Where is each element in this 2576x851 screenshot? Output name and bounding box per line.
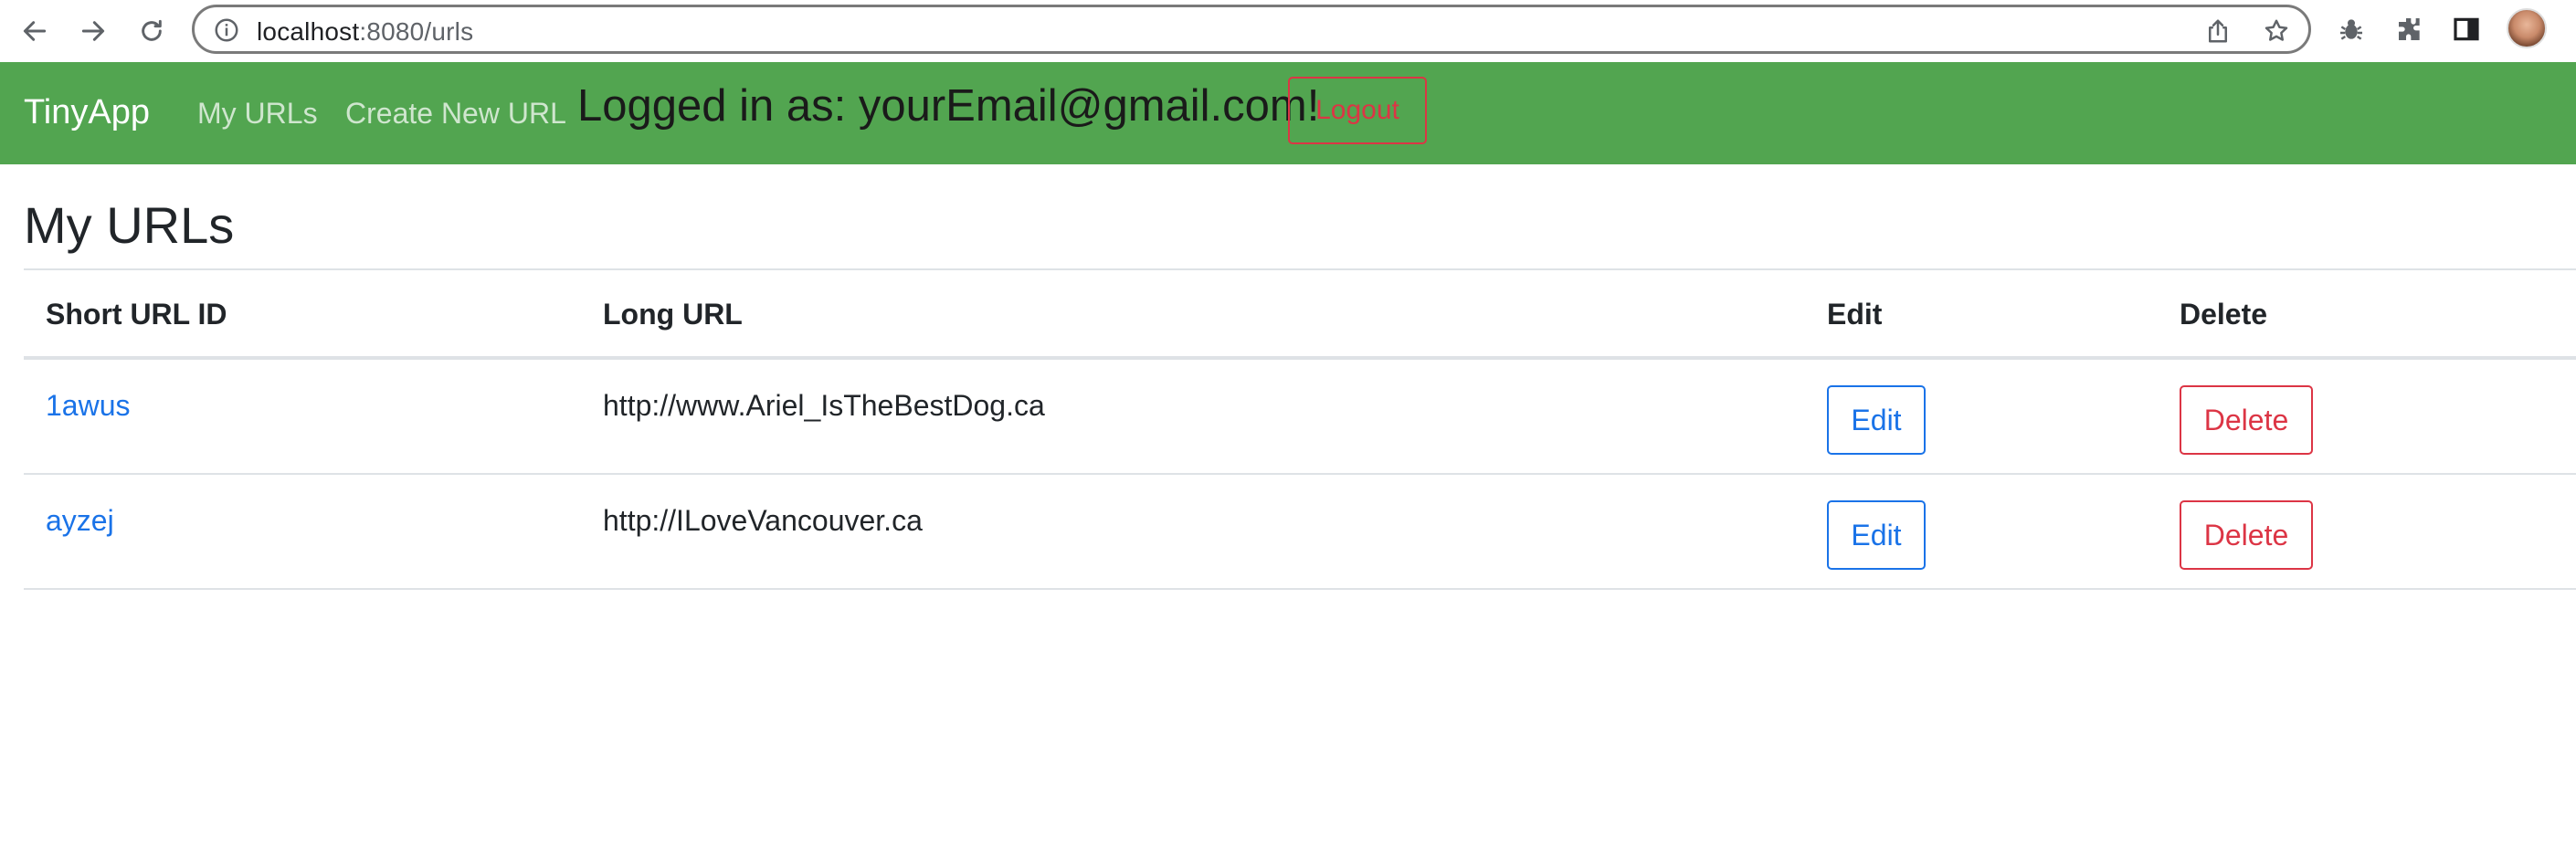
share-icon[interactable]: [2204, 17, 2232, 45]
long-url-text: http://ILoveVancouver.ca: [603, 504, 923, 537]
avatar[interactable]: [2507, 8, 2547, 48]
edit-button[interactable]: Edit: [1827, 500, 1926, 570]
logout-button[interactable]: Logout: [1288, 77, 1427, 144]
long-url-text: http://www.Ariel_IsTheBestDog.ca: [603, 389, 1045, 422]
info-icon[interactable]: [213, 16, 240, 44]
header-short-url-id: Short URL ID: [46, 298, 227, 331]
short-url-link[interactable]: ayzej: [46, 504, 114, 538]
brand-link[interactable]: TinyApp: [24, 93, 150, 132]
reload-icon[interactable]: [130, 9, 174, 53]
sidepanel-icon[interactable]: [2450, 13, 2483, 46]
bug-icon[interactable]: [2335, 13, 2368, 46]
url-text: localhost:8080/urls: [257, 17, 474, 46]
extensions-icon[interactable]: [2393, 13, 2426, 46]
edit-button[interactable]: Edit: [1827, 385, 1926, 455]
header-edit: Edit: [1827, 298, 1883, 331]
header-delete: Delete: [2180, 298, 2268, 331]
logged-in-text: Logged in as: yourEmail@gmail.com!: [577, 81, 1320, 131]
star-icon[interactable]: [2263, 17, 2290, 45]
app-navbar: TinyApp My URLs Create New URL Logged in…: [0, 62, 2576, 164]
page-title: My URLs: [24, 196, 235, 254]
header-long-url: Long URL: [603, 298, 743, 331]
table-row: 1awus http://www.Ariel_IsTheBestDog.ca E…: [24, 360, 2576, 475]
table-header: Short URL ID Long URL Edit Delete: [24, 268, 2576, 360]
browser-toolbar: localhost:8080/urls: [0, 0, 2576, 62]
nav-link-create-new-url[interactable]: Create New URL: [345, 97, 566, 131]
delete-button[interactable]: Delete: [2180, 500, 2313, 570]
nav-link-my-urls[interactable]: My URLs: [197, 97, 318, 131]
forward-icon[interactable]: [71, 9, 115, 53]
address-bar[interactable]: localhost:8080/urls: [192, 5, 2311, 54]
delete-button[interactable]: Delete: [2180, 385, 2313, 455]
back-icon[interactable]: [13, 9, 57, 53]
table-row: ayzej http://ILoveVancouver.ca Edit Dele…: [24, 475, 2576, 590]
short-url-link[interactable]: 1awus: [46, 389, 131, 423]
